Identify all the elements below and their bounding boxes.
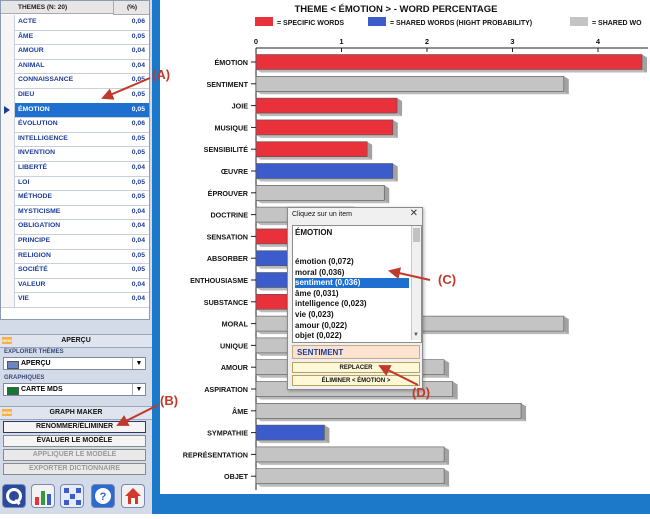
annotation-b: (B) xyxy=(160,393,179,408)
arrow-b xyxy=(116,404,159,426)
annotation-a: (A) xyxy=(152,67,171,82)
annotation-d: (D) xyxy=(412,385,431,400)
arrow-d xyxy=(378,365,419,386)
arrow-a xyxy=(101,77,151,100)
annotation-c: (C) xyxy=(438,272,457,287)
arrow-c xyxy=(388,267,431,281)
annotation-overlay xyxy=(101,77,431,426)
